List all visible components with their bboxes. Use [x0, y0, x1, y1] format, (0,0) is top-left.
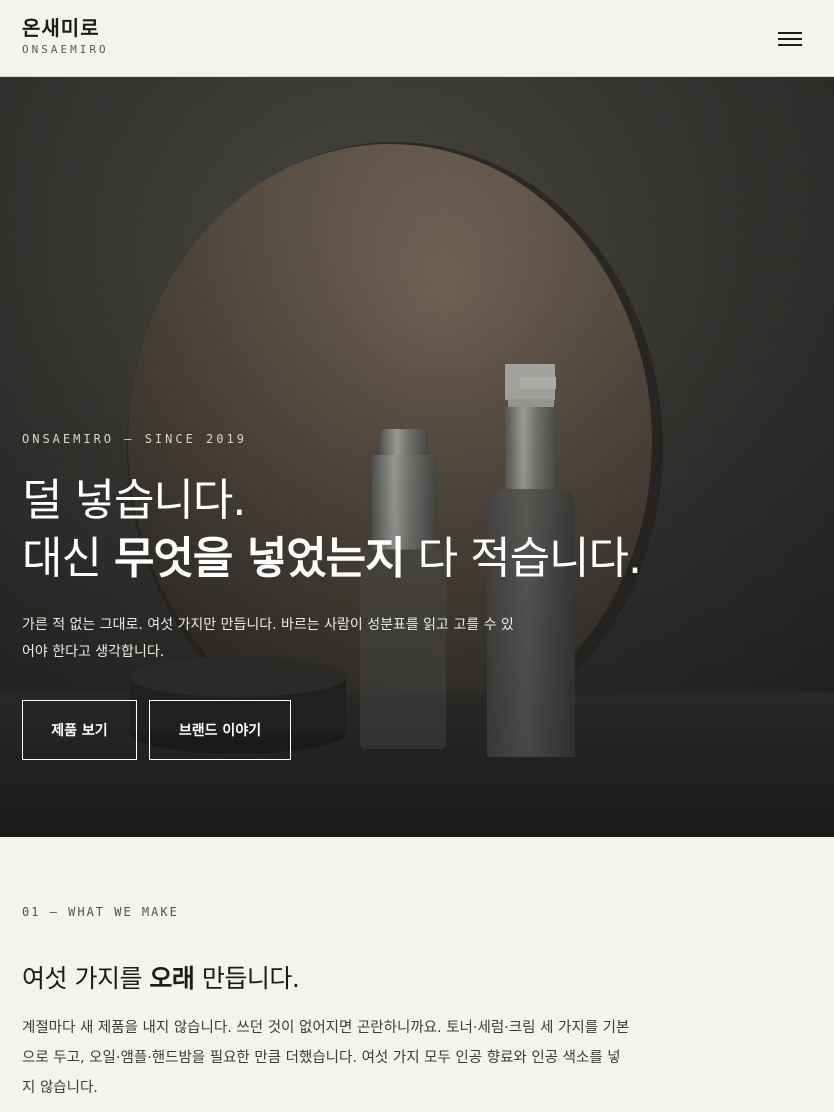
hero-actions: 제품 보기 브랜드 이야기 [22, 700, 802, 760]
hero-section: ONSAEMIRO — SINCE 2019 덜 넣습니다. 대신 무엇을 넣었… [0, 77, 834, 837]
menu-line [778, 38, 802, 40]
hero-title: 덜 넣습니다. 대신 무엇을 넣었는지 다 적습니다. [22, 472, 802, 588]
hero-description: 가른 적 없는 그대로. 여섯 가지만 만듭니다. 바르는 사람이 성분표를 읽… [22, 617, 514, 660]
menu-line [778, 32, 802, 34]
logo-english: ONSAEMIRO [22, 43, 109, 56]
brand-logo[interactable]: 온새미로 ONSAEMIRO [22, 16, 109, 56]
view-products-button[interactable]: 제품 보기 [22, 700, 137, 760]
site-header: 온새미로 ONSAEMIRO [0, 0, 834, 77]
section-description: 계절마다 새 제품을 내지 않습니다. 쓰던 것이 없어지면 곤란하니까요. 토… [22, 1020, 630, 1096]
hero-title-pre: 대신 [22, 533, 114, 584]
what-we-make-section: 01 — WHAT WE MAKE 여섯 가지를 오래 만듭니다. 계절마다 새… [22, 905, 812, 1103]
brand-story-button[interactable]: 브랜드 이야기 [149, 700, 291, 760]
section-title-post: 만듭니다. [194, 964, 300, 993]
hero-title-post: 다 적습니다. [404, 533, 642, 584]
hero-content: ONSAEMIRO — SINCE 2019 덜 넣습니다. 대신 무엇을 넣었… [22, 432, 802, 760]
hero-title-emphasis: 무엇을 넣었는지 [113, 533, 406, 584]
section-title: 여섯 가지를 오래 만듭니다. [22, 959, 812, 995]
hero-title-line-2: 대신 무엇을 넣었는지 다 적습니다. [22, 530, 802, 588]
section-eyebrow: 01 — WHAT WE MAKE [22, 905, 179, 919]
hamburger-icon[interactable] [774, 28, 806, 50]
section-title-emphasis: 오래 [149, 964, 195, 993]
logo-korean: 온새미로 [22, 16, 100, 40]
section-title-pre: 여섯 가지를 [22, 964, 150, 993]
menu-line [778, 44, 802, 46]
hero-eyebrow: ONSAEMIRO — SINCE 2019 [22, 432, 247, 446]
hero-title-line-1: 덜 넣습니다. [22, 475, 246, 526]
